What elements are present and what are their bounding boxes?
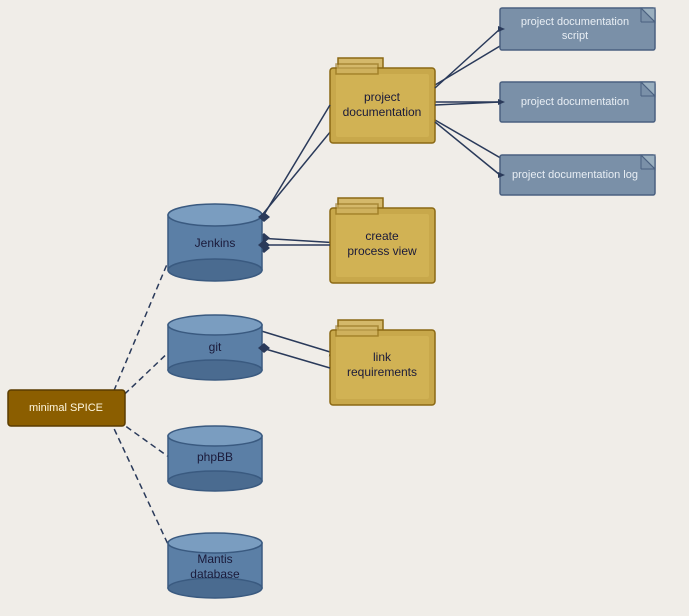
mantis-node: Mantis database — [168, 533, 262, 598]
create-process-folder: create process view — [330, 198, 435, 283]
doc-script-label2: script — [562, 30, 588, 42]
phpbb-label: phpBB — [197, 450, 233, 464]
git-node: git — [168, 315, 262, 380]
create-process-label2: process view — [347, 244, 417, 258]
jenkins-label: Jenkins — [195, 236, 236, 250]
project-doc-label2: documentation — [343, 105, 422, 119]
project-doc-label: project — [364, 90, 401, 104]
mantis-label2: database — [190, 567, 240, 581]
doc-script-node: project documentation script — [500, 8, 655, 50]
link-req-label2: requirements — [347, 365, 417, 379]
git-label: git — [209, 340, 222, 354]
diagram: minimal SPICE Jenkins git phpBB Mantis d… — [0, 0, 689, 616]
link-req-folder: link requirements — [330, 320, 435, 405]
minimal-spice-node: minimal SPICE — [8, 390, 125, 426]
link-req-label: link — [373, 350, 392, 364]
line3-to-script — [435, 29, 500, 88]
phpbb-node: phpBB — [168, 426, 262, 491]
doc-main-node: project documentation — [500, 82, 655, 122]
minimal-spice-label: minimal SPICE — [29, 402, 103, 414]
doc-log-label: project documentation log — [512, 169, 638, 181]
doc-log-node: project documentation log — [500, 155, 655, 195]
project-doc-folder: project documentation — [330, 58, 435, 143]
line2-git-link — [262, 348, 330, 368]
line-git-linkreq — [258, 330, 340, 355]
line3-to-log — [435, 122, 500, 175]
doc-script-label: project documentation — [521, 16, 629, 28]
line-spice-mantis — [110, 420, 173, 555]
create-process-label: create — [365, 229, 399, 243]
doc-main-label: project documentation — [521, 96, 629, 108]
line2-jenkins-projdoc — [262, 105, 330, 218]
jenkins-node: Jenkins — [168, 204, 262, 281]
mantis-label: Mantis — [197, 552, 232, 566]
line-jenkins-createproc — [258, 238, 340, 243]
